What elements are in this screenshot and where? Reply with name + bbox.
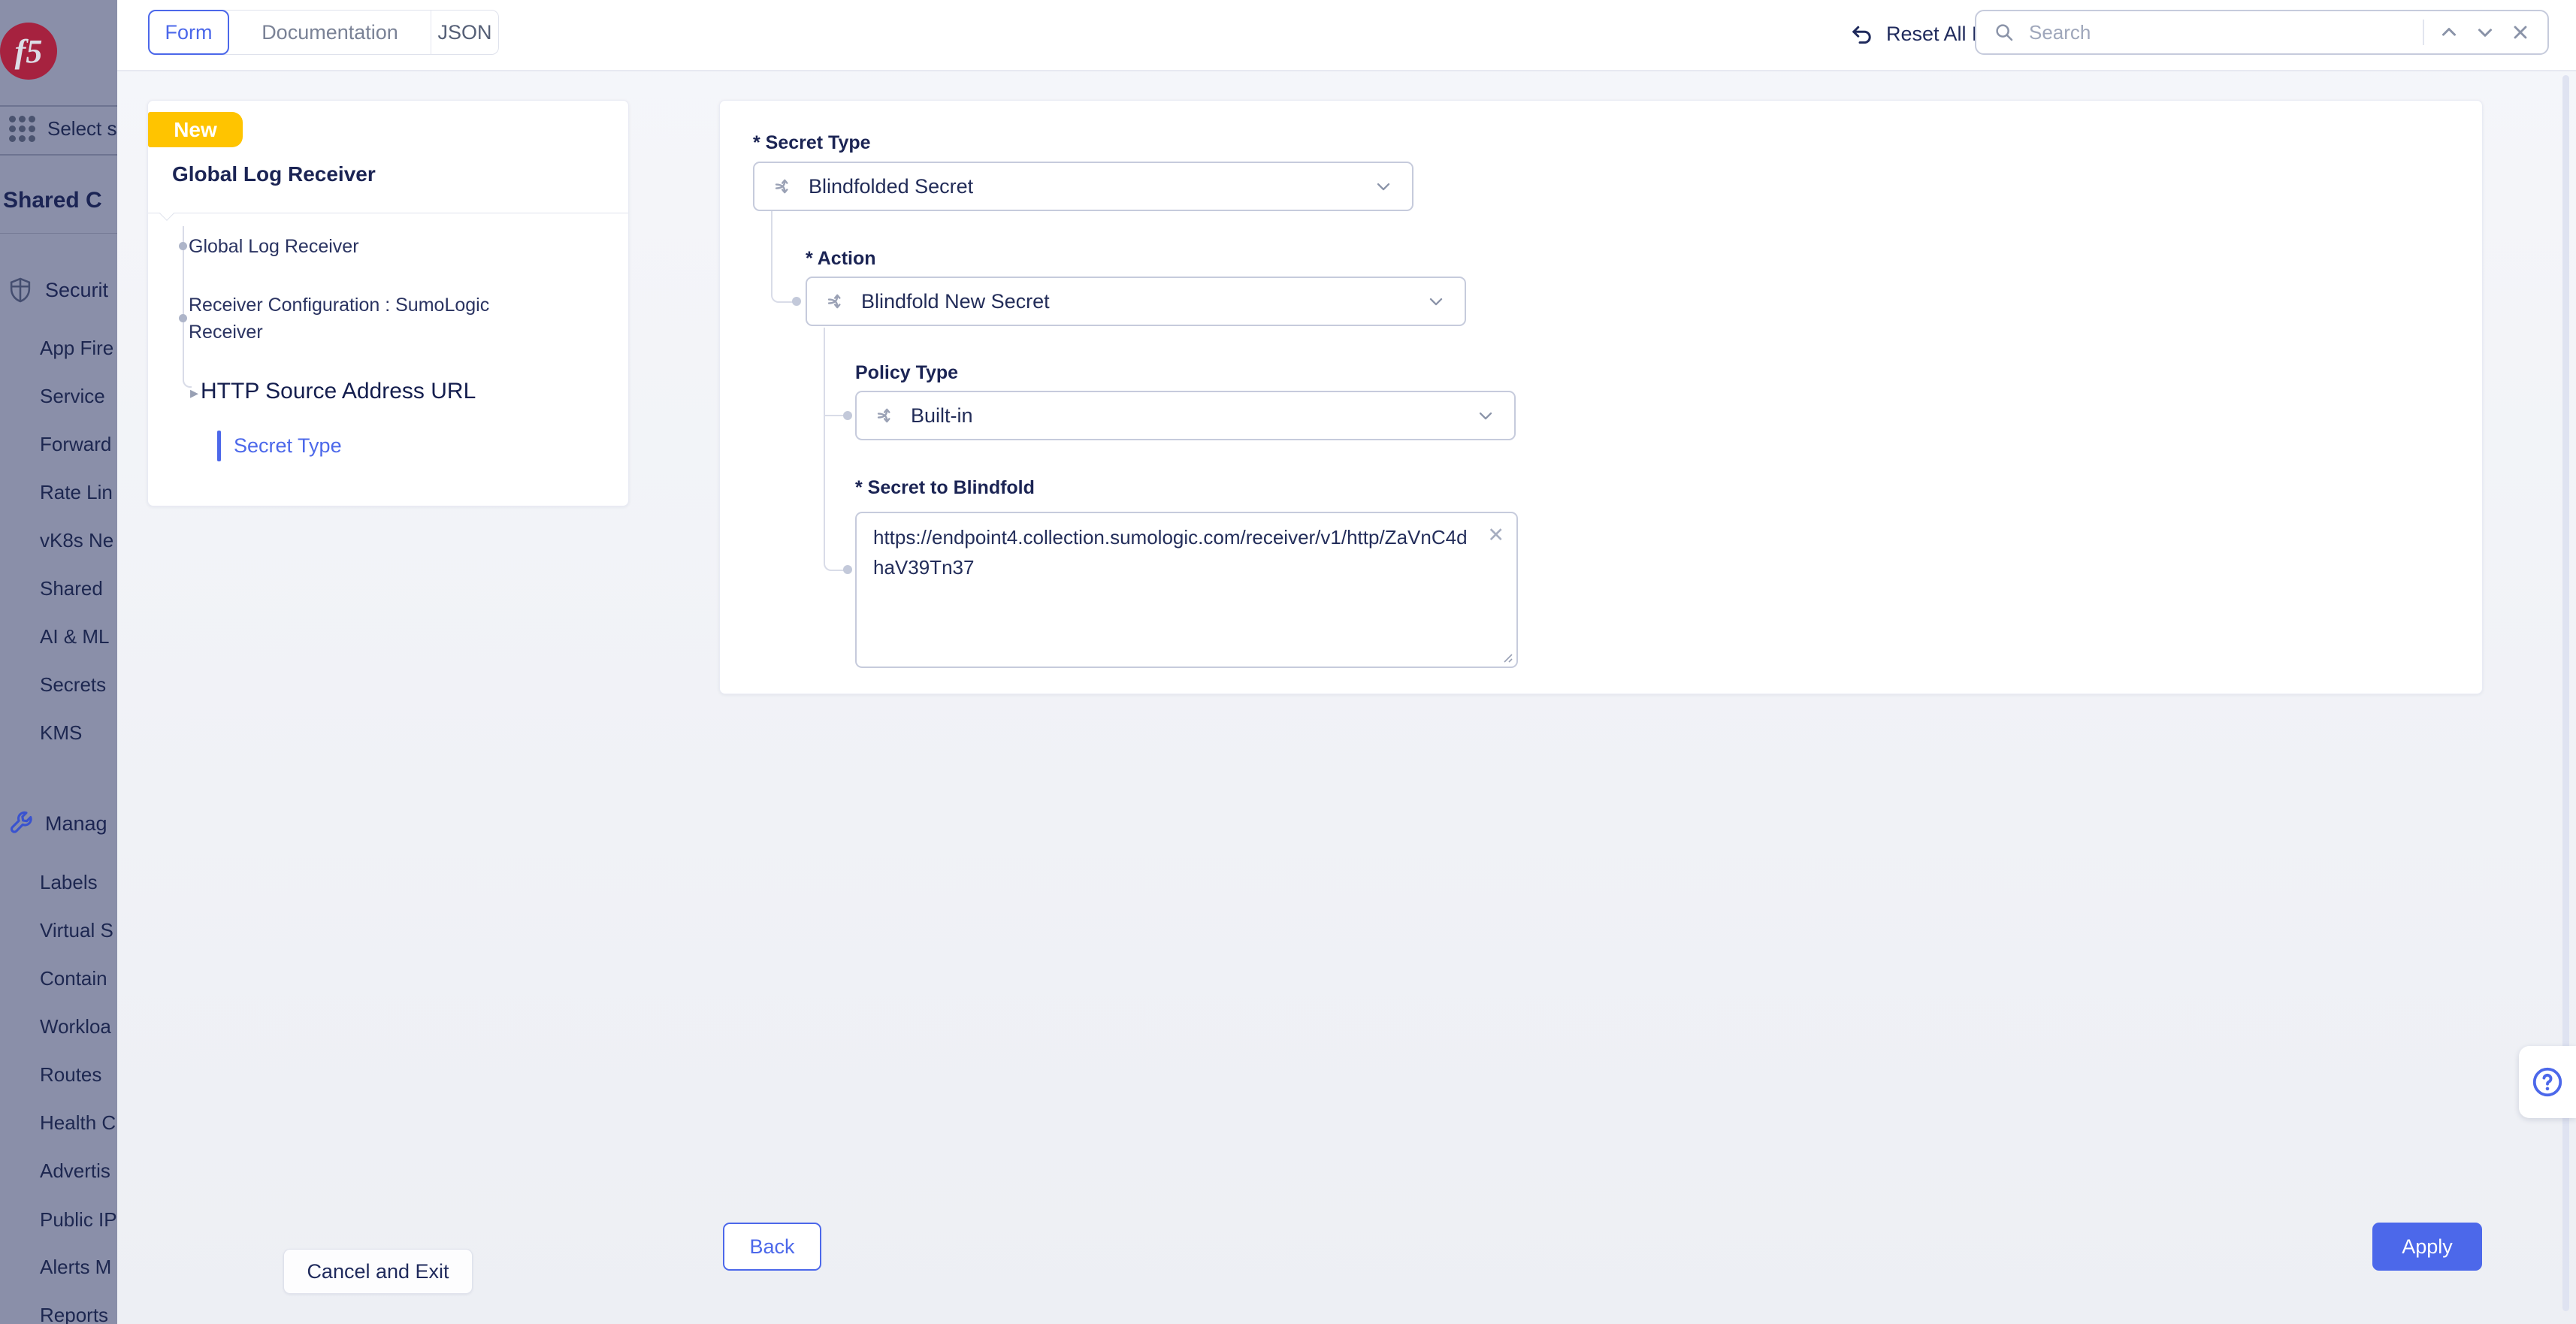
chevron-down-icon[interactable] <box>2474 21 2496 44</box>
wizard-substep-secret-type[interactable]: Secret Type <box>234 434 342 458</box>
step-bullet <box>179 314 187 322</box>
secret-type-value: Blindfolded Secret <box>809 175 1359 198</box>
divider <box>0 105 117 107</box>
sidebar-item-rate-limiting[interactable]: Rate Lin <box>40 481 117 504</box>
tab-form[interactable]: Form <box>148 10 229 55</box>
close-icon[interactable] <box>2510 22 2531 43</box>
topbar: Form Documentation JSON Reset All Fields… <box>117 0 2576 71</box>
workspace-title: Shared C <box>3 188 102 213</box>
app-root: f5 Select s Shared C Securit App Fire Se… <box>0 0 2576 1324</box>
connector-line <box>771 211 794 303</box>
sidebar-item-labels[interactable]: Labels <box>40 871 117 894</box>
undo-icon <box>1849 21 1876 48</box>
search-input[interactable]: Search <box>2029 21 2409 44</box>
wizard-title: Global Log Receiver <box>172 162 376 186</box>
divider <box>0 154 117 156</box>
tab-documentation[interactable]: Documentation <box>229 10 431 55</box>
sidebar-item-forward-proxy[interactable]: Forward <box>40 433 117 456</box>
action-select[interactable]: Blindfold New Secret <box>806 277 1466 326</box>
secret-to-blindfold-value[interactable]: https://endpoint4.collection.sumologic.c… <box>873 522 1468 582</box>
sidebar-item-containers[interactable]: Contain <box>40 967 117 990</box>
sidebar-item-workloads[interactable]: Workloa <box>40 1015 117 1038</box>
sidebar-item-health-checks[interactable]: Health C <box>40 1111 117 1135</box>
sidebar-item-reports[interactable]: Reports <box>40 1304 117 1324</box>
sidebar-item-advertise-policies[interactable]: Advertis <box>40 1159 117 1183</box>
sidebar-section-manage[interactable]: Manag <box>6 807 117 840</box>
question-mark-icon <box>2530 1065 2565 1099</box>
cancel-and-exit-button[interactable]: Cancel and Exit <box>283 1249 473 1294</box>
shield-icon <box>6 276 35 304</box>
sidebar: f5 Select s Shared C Securit App Fire Se… <box>0 0 117 1324</box>
connector-line <box>825 415 843 416</box>
sidebar-item-shared[interactable]: Shared <box>40 577 117 600</box>
sidebar-item-virtual-sites[interactable]: Virtual S <box>40 919 117 942</box>
scrollbar-thumb[interactable] <box>2562 75 2569 1311</box>
sidebar-item-routes[interactable]: Routes <box>40 1063 117 1087</box>
wizard-nav-card: New Global Log Receiver Global Log Recei… <box>147 100 629 506</box>
sidebar-item-ai-ml[interactable]: AI & ML <box>40 625 117 648</box>
connector-dot <box>843 565 852 574</box>
f5-logo-text: f5 <box>15 32 43 71</box>
wizard-step-http-source-address-url[interactable]: HTTP Source Address URL <box>201 379 476 404</box>
sidebar-item-alerts-management[interactable]: Alerts M <box>40 1256 117 1279</box>
manage-section-label: Manag <box>45 812 107 836</box>
select-service-label: Select s <box>47 117 117 141</box>
sidebar-item-public-ips[interactable]: Public IP <box>40 1208 117 1232</box>
help-button[interactable] <box>2519 1046 2576 1118</box>
sidebar-item-select-service[interactable]: Select s <box>9 113 117 144</box>
wrench-icon <box>6 809 35 838</box>
divider <box>0 233 117 234</box>
secret-type-label: * Secret Type <box>753 132 871 154</box>
action-value: Blindfold New Secret <box>861 290 1412 313</box>
search-icon <box>1993 21 2015 44</box>
sidebar-section-security[interactable]: Securit <box>6 274 117 307</box>
sidebar-item-service-policies[interactable]: Service <box>40 385 117 408</box>
wizard-step-receiver-configuration[interactable]: Receiver Configuration : SumoLogic Recei… <box>189 292 534 346</box>
sidebar-item-vk8s-networks[interactable]: vK8s Ne <box>40 529 117 552</box>
secret-to-blindfold-textarea[interactable]: https://endpoint4.collection.sumologic.c… <box>855 512 1518 668</box>
search-box[interactable]: Search <box>1975 10 2549 55</box>
fork-icon <box>875 404 897 427</box>
divider-notch <box>159 206 174 221</box>
policy-type-label: Policy Type <box>855 362 958 384</box>
form-card: * Secret Type Blindfolded Secret * Actio… <box>719 100 2483 694</box>
connector-dot <box>843 411 852 420</box>
sidebar-item-app-firewall[interactable]: App Fire <box>40 337 117 360</box>
chevron-down-icon <box>1426 291 1447 312</box>
active-substep-bar <box>217 431 221 461</box>
clear-icon[interactable]: ✕ <box>1487 524 1504 547</box>
connector-line <box>824 328 825 559</box>
step-bullet <box>179 242 187 250</box>
apply-button[interactable]: Apply <box>2372 1223 2482 1271</box>
policy-type-select[interactable]: Built-in <box>855 391 1516 440</box>
tab-json[interactable]: JSON <box>431 10 498 55</box>
secret-type-select[interactable]: Blindfolded Secret <box>753 162 1413 211</box>
fork-icon <box>772 175 795 198</box>
resize-handle-icon[interactable] <box>1501 651 1514 664</box>
secret-to-blindfold-label: * Secret to Blindfold <box>855 477 1035 499</box>
back-button[interactable]: Back <box>723 1223 821 1271</box>
sidebar-item-secrets[interactable]: Secrets <box>40 673 117 697</box>
view-tabgroup: Form Documentation JSON <box>148 10 499 55</box>
fork-icon <box>825 290 848 313</box>
security-section-label: Securit <box>45 279 108 302</box>
connector-line <box>824 552 845 571</box>
chevron-down-icon <box>1373 176 1394 197</box>
f5-logo: f5 <box>0 23 57 80</box>
new-badge: New <box>148 112 243 147</box>
app-grid-icon <box>9 116 35 142</box>
connector-dot <box>792 297 801 306</box>
policy-type-value: Built-in <box>911 404 1462 428</box>
sidebar-item-kms[interactable]: KMS <box>40 721 117 745</box>
action-label: * Action <box>806 248 876 270</box>
chevron-down-icon <box>1475 405 1496 426</box>
wizard-step-global-log-receiver[interactable]: Global Log Receiver <box>189 236 359 258</box>
divider <box>2423 20 2424 45</box>
current-step-arrow-icon: ▸ <box>190 383 198 403</box>
chevron-up-icon[interactable] <box>2438 21 2460 44</box>
